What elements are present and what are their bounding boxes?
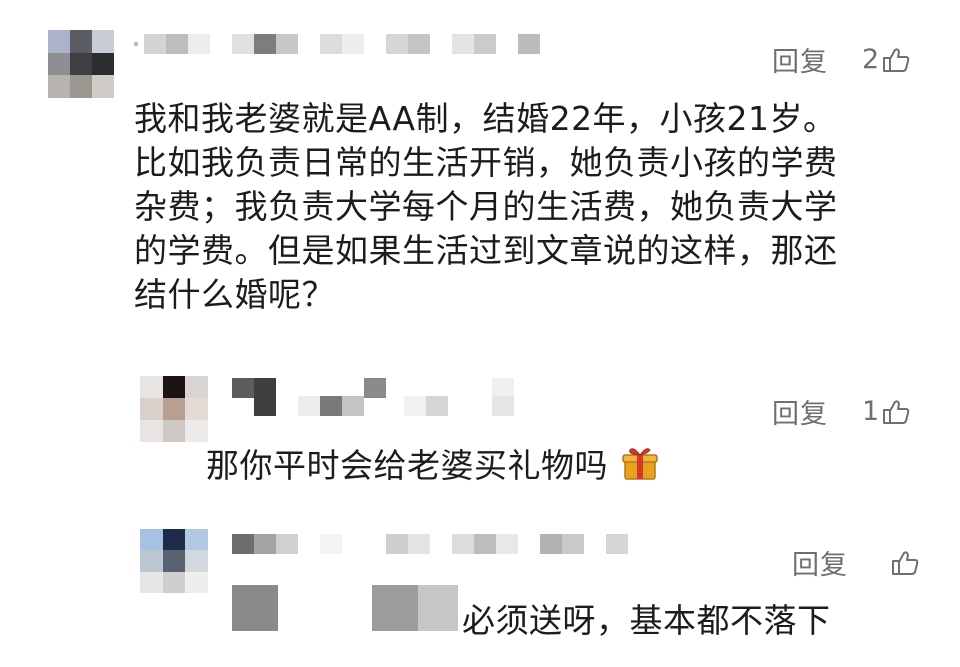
avatar-blurred[interactable]: [140, 529, 208, 593]
comment-text-line: 的学费。但是如果生活过到文章说的这样，那还: [134, 231, 838, 270]
reply-button[interactable]: 回复: [792, 543, 848, 582]
like-count: 1: [862, 396, 880, 427]
comment-text-line: 杂费；我负责大学每个月的生活费，她负责大学: [134, 187, 838, 226]
comment-text-content: 那你平时会给老婆买礼物吗: [206, 446, 608, 485]
comment-text-content: 必须送呀，基本都不落下: [462, 601, 831, 640]
avatar-blurred[interactable]: [48, 30, 114, 98]
reply-button[interactable]: 回复: [772, 392, 828, 431]
username-blurred[interactable]: [232, 533, 628, 555]
comment-text-line: 比如我负责日常的生活开销，她负责小孩的学费: [134, 143, 838, 182]
reply-comment-1: 回复 1 那你平时会给老婆买礼物吗: [0, 360, 960, 510]
mention-blurred[interactable]: [232, 585, 458, 631]
thumbs-up-icon: [890, 548, 920, 578]
gift-icon: [621, 444, 659, 493]
comment-1: 回复 2 我和我老婆就是AA制，结婚22年，小孩21岁。 比如我负责日常的生活开…: [0, 0, 960, 350]
thumbs-up-icon: [881, 45, 911, 75]
comment-actions: 回复: [792, 543, 920, 582]
comment-text: 那你平时会给老婆买礼物吗: [206, 444, 659, 493]
comment-text: 必须送呀，基本都不落下: [462, 599, 831, 643]
username-blurred[interactable]: [134, 32, 540, 56]
reply-button[interactable]: 回复: [772, 40, 828, 79]
comment-text-line: 结什么婚呢？: [134, 275, 335, 314]
like-button[interactable]: 1: [862, 396, 911, 427]
comment-text-line: 我和我老婆就是AA制，结婚22年，小孩21岁。: [134, 99, 837, 138]
like-button[interactable]: 2: [862, 44, 911, 75]
comment-actions: 回复 1: [772, 392, 911, 431]
reply-comment-2: 回复 必须送呀，基本都不落下: [0, 515, 960, 667]
like-count: 2: [862, 44, 880, 75]
thumbs-up-icon: [881, 397, 911, 427]
avatar-blurred[interactable]: [140, 376, 208, 442]
comment-text: 我和我老婆就是AA制，结婚22年，小孩21岁。 比如我负责日常的生活开销，她负责…: [134, 97, 934, 317]
comment-actions: 回复 2: [772, 40, 911, 79]
username-blurred[interactable]: [232, 378, 514, 418]
like-button[interactable]: [888, 548, 920, 578]
